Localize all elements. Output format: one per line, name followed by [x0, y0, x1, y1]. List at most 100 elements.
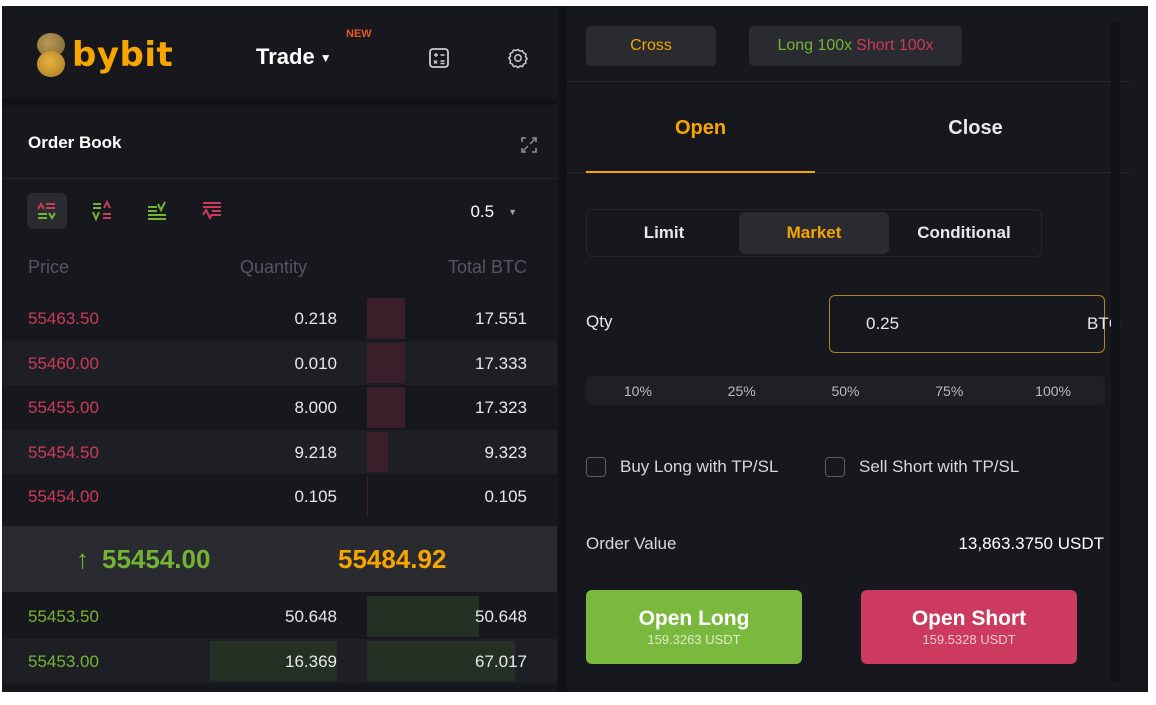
depth-bar — [367, 476, 368, 517]
order-type-tabs: Limit Market Conditional — [586, 209, 1042, 257]
gear-icon[interactable] — [506, 46, 530, 70]
logo-icon — [36, 31, 66, 79]
bid-quantity: 50.648 — [285, 607, 337, 626]
tab-limit[interactable]: Limit — [589, 212, 739, 254]
panel-divider — [558, 6, 567, 692]
calculator-icon[interactable] — [427, 46, 451, 70]
last-price-bar: ↑ 55454.00 55484.92 — [2, 526, 557, 592]
bid-row[interactable]: 55453.00 16.369 67.017 — [2, 638, 557, 683]
scrollbar[interactable] — [1111, 22, 1120, 682]
ask-row[interactable]: 55454.00 0.105 0.105 — [2, 474, 557, 519]
view-asks-button[interactable] — [192, 193, 232, 229]
view-split-icon — [92, 199, 111, 222]
open-close-tabs: Open Close — [567, 83, 1130, 173]
bid-row[interactable]: 55453.50 50.648 50.648 — [2, 594, 557, 639]
order-book-panel: bybit Trade ▼ NEW Order Book 0.5 ▼ Price… — [2, 6, 557, 692]
ask-quantity: 0.010 — [294, 353, 337, 373]
buy-long-tpsl-option[interactable]: Buy Long with TP/SL — [586, 457, 778, 477]
view-both-button[interactable] — [27, 193, 67, 229]
order-value: 13,863.3750 USDT — [958, 534, 1104, 553]
open-short-cost: 159.5328 USDT — [922, 632, 1016, 648]
qty-input[interactable] — [830, 314, 1087, 334]
short-leverage: Short 100x — [856, 37, 934, 54]
tab-open[interactable]: Open — [586, 83, 815, 173]
depth-bar — [367, 387, 405, 428]
ask-price: 55454.50 — [28, 442, 99, 462]
bids-list: 55453.50 50.648 50.648 55453.00 16.369 6… — [2, 594, 557, 683]
last-price: 55454.00 — [102, 544, 211, 574]
leverage-button[interactable]: Long 100x Short 100x — [749, 26, 962, 66]
sell-short-tpsl-label: Sell Short with TP/SL — [859, 457, 1020, 476]
margin-mode-button[interactable]: Cross — [586, 26, 716, 66]
open-long-button[interactable]: Open Long 159.3263 USDT — [586, 590, 802, 664]
column-total: Total BTC — [447, 257, 527, 277]
qty-label: Qty — [586, 312, 613, 331]
ask-quantity: 9.218 — [294, 442, 337, 462]
pct-10-button[interactable]: 10% — [586, 376, 690, 405]
pct-50-button[interactable]: 50% — [794, 376, 898, 405]
expand-icon[interactable] — [519, 135, 539, 155]
order-book-toolbar: 0.5 ▼ — [2, 180, 557, 240]
trade-label: Trade — [256, 44, 315, 69]
trading-window: bybit Trade ▼ NEW Order Book 0.5 ▼ Price… — [2, 6, 1148, 692]
sell-short-tpsl-checkbox[interactable] — [825, 457, 845, 477]
trade-menu[interactable]: Trade ▼ — [256, 44, 332, 70]
ask-row[interactable]: 55463.50 0.218 17.551 — [2, 296, 557, 341]
pct-25-button[interactable]: 25% — [690, 376, 794, 405]
ask-total: 17.333 — [475, 353, 527, 373]
ask-quantity: 0.105 — [294, 487, 337, 506]
view-both-icon — [37, 202, 56, 220]
ask-total: 0.105 — [484, 487, 527, 506]
bid-total: 67.017 — [475, 651, 527, 671]
ask-row[interactable]: 55460.00 0.010 17.333 — [2, 340, 557, 385]
depth-bar — [367, 342, 405, 383]
ask-price: 55463.50 — [28, 309, 99, 328]
active-tab-indicator — [586, 171, 815, 173]
order-book-header: Order Book — [2, 105, 557, 179]
ask-row[interactable]: 55454.50 9.218 9.323 — [2, 429, 557, 474]
ask-price: 55455.00 — [28, 398, 99, 417]
brand-name: bybit — [72, 35, 174, 75]
ask-price: 55460.00 — [28, 353, 99, 373]
column-price: Price — [28, 257, 70, 277]
bid-price: 55453.00 — [28, 651, 99, 671]
tab-conditional[interactable]: Conditional — [889, 212, 1039, 254]
margin-settings: Cross Long 100x Short 100x — [567, 6, 1130, 82]
order-book-columns: Price Quantity Total BTC — [2, 257, 557, 281]
open-short-button[interactable]: Open Short 159.5328 USDT — [861, 590, 1077, 664]
pct-100-button[interactable]: 100% — [1001, 376, 1105, 405]
tab-market[interactable]: Market — [739, 212, 889, 254]
bid-quantity: 16.369 — [285, 651, 337, 671]
depth-bar — [367, 596, 479, 637]
buy-long-tpsl-checkbox[interactable] — [586, 457, 606, 477]
view-bids-button[interactable] — [137, 193, 177, 229]
ask-quantity: 0.218 — [294, 309, 337, 328]
caret-down-icon: ▼ — [508, 207, 517, 217]
ask-total: 9.323 — [484, 442, 527, 462]
tab-close[interactable]: Close — [861, 83, 1090, 173]
open-long-cost: 159.3263 USDT — [647, 632, 741, 648]
ask-total: 17.323 — [475, 398, 527, 417]
view-split-button[interactable] — [82, 193, 122, 229]
caret-down-icon: ▼ — [319, 51, 332, 65]
top-bar: bybit Trade ▼ NEW — [2, 6, 557, 98]
view-asks-icon — [202, 202, 221, 221]
new-badge: NEW — [346, 28, 372, 40]
divider — [2, 98, 557, 105]
view-bids-icon — [148, 201, 166, 220]
mark-price: 55484.92 — [338, 544, 447, 574]
qty-field[interactable]: BTC — [829, 295, 1121, 353]
long-leverage: Long 100x — [777, 37, 853, 54]
bybit-logo[interactable]: bybit — [36, 30, 173, 80]
asks-list: 55463.50 0.218 17.551 55460.00 0.010 17.… — [2, 296, 557, 519]
sell-short-tpsl-option[interactable]: Sell Short with TP/SL — [825, 457, 1019, 477]
precision-select[interactable]: 0.5 ▼ — [470, 202, 517, 222]
depth-bar — [367, 298, 405, 339]
ask-total: 17.551 — [475, 309, 527, 328]
arrow-up-icon: ↑ — [76, 544, 89, 574]
order-value-label: Order Value — [586, 534, 677, 553]
depth-bar — [367, 431, 388, 472]
bid-total: 50.648 — [475, 607, 527, 626]
pct-75-button[interactable]: 75% — [897, 376, 1001, 405]
ask-row[interactable]: 55455.00 8.000 17.323 — [2, 385, 557, 430]
